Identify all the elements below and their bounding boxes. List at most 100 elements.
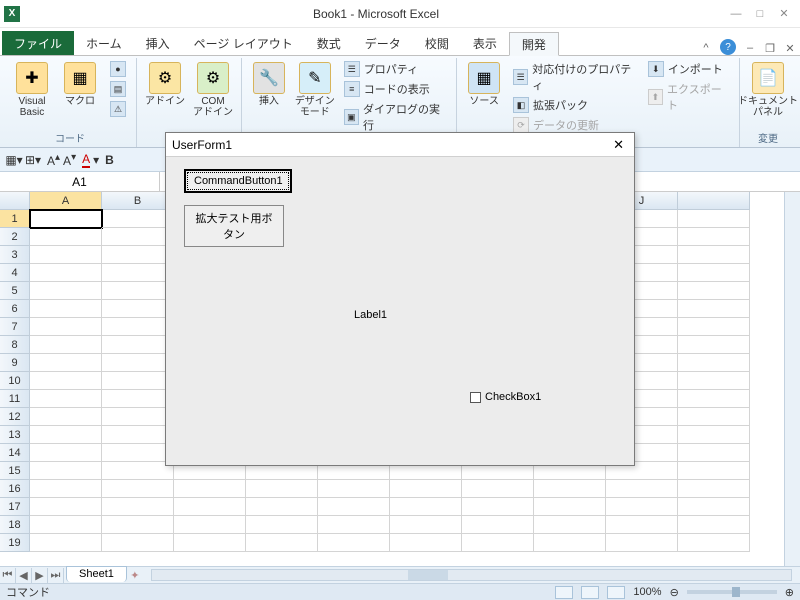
prev-sheet-button[interactable]: ◀ bbox=[16, 568, 32, 583]
cell[interactable] bbox=[102, 498, 174, 516]
font-color-button[interactable]: A bbox=[82, 152, 90, 168]
cell[interactable] bbox=[390, 516, 462, 534]
cell[interactable] bbox=[678, 516, 750, 534]
addins-button[interactable]: ⚙アドイン bbox=[143, 60, 187, 109]
map-properties-button[interactable]: ☰対応付けのプロパティ bbox=[509, 60, 640, 94]
cell[interactable] bbox=[30, 246, 102, 264]
cell[interactable] bbox=[606, 516, 678, 534]
cell[interactable] bbox=[102, 336, 174, 354]
xml-source-button[interactable]: ▦ソース bbox=[463, 60, 505, 109]
tab-home[interactable]: ホーム bbox=[74, 31, 134, 55]
borders2-icon[interactable]: ⊞▾ bbox=[25, 152, 41, 168]
cell[interactable] bbox=[534, 516, 606, 534]
cell[interactable] bbox=[30, 264, 102, 282]
row-header[interactable]: 18 bbox=[0, 516, 30, 534]
run-dialog-button[interactable]: ▣ダイアログの実行 bbox=[340, 100, 450, 134]
normal-view-button[interactable] bbox=[555, 586, 573, 599]
row-header[interactable]: 4 bbox=[0, 264, 30, 282]
cell[interactable] bbox=[30, 426, 102, 444]
col-header[interactable] bbox=[678, 192, 750, 210]
zoom-slider[interactable] bbox=[687, 590, 777, 594]
row-header[interactable]: 9 bbox=[0, 354, 30, 372]
cell[interactable] bbox=[462, 516, 534, 534]
cell[interactable] bbox=[102, 246, 174, 264]
cell[interactable] bbox=[30, 318, 102, 336]
cell[interactable] bbox=[174, 480, 246, 498]
visual-basic-button[interactable]: ✚Visual Basic bbox=[10, 60, 54, 120]
row-header[interactable]: 7 bbox=[0, 318, 30, 336]
cell[interactable] bbox=[678, 390, 750, 408]
view-code-button[interactable]: ≡コードの表示 bbox=[340, 80, 450, 98]
cell[interactable] bbox=[606, 480, 678, 498]
row-header[interactable]: 11 bbox=[0, 390, 30, 408]
cell[interactable] bbox=[678, 498, 750, 516]
cell[interactable] bbox=[102, 264, 174, 282]
cell[interactable] bbox=[30, 282, 102, 300]
cell[interactable] bbox=[102, 480, 174, 498]
cell[interactable] bbox=[678, 228, 750, 246]
cell[interactable] bbox=[102, 534, 174, 552]
tab-formulas[interactable]: 数式 bbox=[305, 31, 353, 55]
cell[interactable] bbox=[678, 318, 750, 336]
cell[interactable] bbox=[678, 462, 750, 480]
row-header[interactable]: 5 bbox=[0, 282, 30, 300]
new-sheet-button[interactable]: ✦ bbox=[127, 568, 143, 583]
select-all-cell[interactable] bbox=[0, 192, 30, 210]
ribbon-minimize-icon[interactable]: ^ bbox=[699, 41, 713, 55]
relative-ref-button[interactable]: ▤ bbox=[106, 80, 130, 98]
horizontal-scrollbar[interactable] bbox=[151, 569, 792, 581]
checkbox1[interactable]: CheckBox1 bbox=[470, 391, 541, 403]
cell[interactable] bbox=[462, 498, 534, 516]
cell[interactable] bbox=[30, 300, 102, 318]
close-button[interactable]: ✕ bbox=[772, 5, 796, 23]
vertical-scrollbar[interactable] bbox=[784, 192, 800, 566]
sheet-tab[interactable]: Sheet1 bbox=[66, 566, 127, 582]
cell[interactable] bbox=[390, 480, 462, 498]
cell[interactable] bbox=[390, 498, 462, 516]
properties-button[interactable]: ☰プロパティ bbox=[340, 60, 450, 78]
userform-titlebar[interactable]: UserForm1 ✕ bbox=[166, 133, 634, 157]
userform-close-button[interactable]: ✕ bbox=[609, 137, 628, 153]
cell[interactable] bbox=[30, 210, 102, 228]
zoom-level[interactable]: 100% bbox=[633, 586, 661, 598]
first-sheet-button[interactable]: ⏮ bbox=[0, 568, 16, 583]
tab-view[interactable]: 表示 bbox=[461, 31, 509, 55]
cell[interactable] bbox=[30, 408, 102, 426]
cell[interactable] bbox=[678, 426, 750, 444]
cell[interactable] bbox=[678, 264, 750, 282]
row-header[interactable]: 17 bbox=[0, 498, 30, 516]
cell[interactable] bbox=[174, 498, 246, 516]
cell[interactable] bbox=[534, 480, 606, 498]
cell[interactable] bbox=[318, 516, 390, 534]
cell[interactable] bbox=[246, 534, 318, 552]
zoom-in-button[interactable]: ⊕ bbox=[785, 586, 794, 599]
cell[interactable] bbox=[678, 354, 750, 372]
tab-review[interactable]: 校閲 bbox=[413, 31, 461, 55]
last-sheet-button[interactable]: ⏭ bbox=[48, 568, 64, 583]
cell[interactable] bbox=[318, 480, 390, 498]
cell[interactable] bbox=[102, 354, 174, 372]
cell[interactable] bbox=[102, 390, 174, 408]
page-layout-view-button[interactable] bbox=[581, 586, 599, 599]
row-header[interactable]: 6 bbox=[0, 300, 30, 318]
restore-icon[interactable]: ❐ bbox=[763, 41, 777, 55]
row-header[interactable]: 1 bbox=[0, 210, 30, 228]
col-header[interactable]: A bbox=[30, 192, 102, 210]
userform-window[interactable]: UserForm1 ✕ CommandButton1 拡大テスト用ボタン Lab… bbox=[165, 132, 635, 466]
cell[interactable] bbox=[102, 228, 174, 246]
cell[interactable] bbox=[678, 282, 750, 300]
cell[interactable] bbox=[174, 534, 246, 552]
record-macro-button[interactable]: ● bbox=[106, 60, 130, 78]
cell[interactable] bbox=[678, 336, 750, 354]
design-mode-button[interactable]: ✎デザイン モード bbox=[294, 60, 336, 120]
cell[interactable] bbox=[462, 534, 534, 552]
close-workbook-icon[interactable]: ✕ bbox=[783, 41, 797, 55]
cell[interactable] bbox=[102, 282, 174, 300]
cell[interactable] bbox=[102, 210, 174, 228]
row-header[interactable]: 16 bbox=[0, 480, 30, 498]
zoom-out-button[interactable]: ⊖ bbox=[670, 586, 679, 599]
document-panel-button[interactable]: 📄ドキュメント パネル bbox=[746, 60, 790, 120]
cell[interactable] bbox=[678, 480, 750, 498]
borders-icon[interactable]: ▦▾ bbox=[6, 152, 22, 168]
expansion-pack-button[interactable]: ◧拡張パック bbox=[509, 96, 640, 114]
